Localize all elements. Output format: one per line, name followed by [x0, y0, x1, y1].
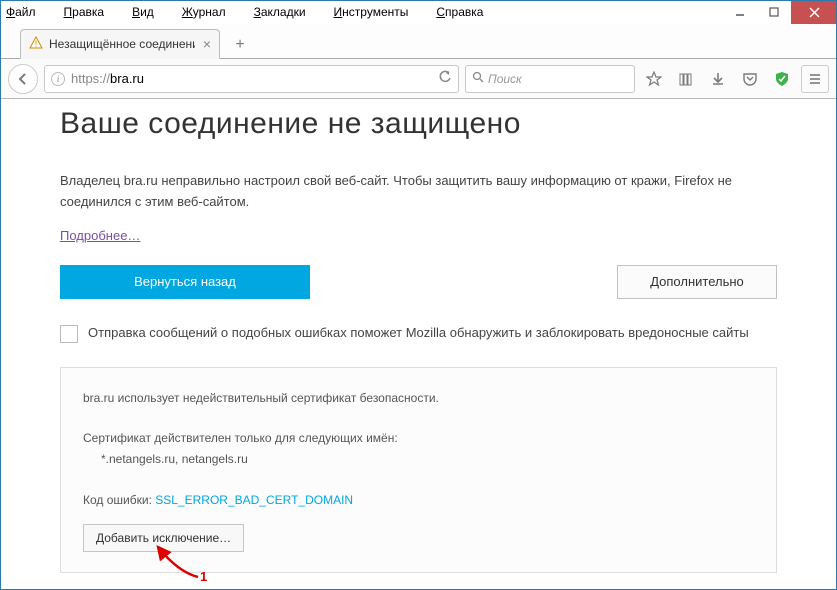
browser-tab[interactable]: ! Незащищённое соединени × — [20, 29, 220, 59]
error-code-row: Код ошибки: SSL_ERROR_BAD_CERT_DOMAIN — [83, 490, 754, 510]
security-shield-button[interactable] — [769, 66, 795, 92]
reload-button[interactable] — [438, 70, 452, 87]
star-icon — [646, 71, 662, 87]
tab-title: Незащищённое соединени — [49, 37, 195, 51]
library-icon — [678, 71, 694, 87]
shield-icon — [774, 71, 790, 87]
menu-view[interactable]: Вид — [132, 5, 168, 19]
advanced-button[interactable]: Дополнительно — [617, 265, 777, 299]
page-title: Ваше соединение не защищено — [60, 107, 777, 141]
menu-edit[interactable]: Правка — [64, 5, 119, 19]
minimize-button[interactable] — [723, 0, 757, 24]
menu-button[interactable] — [801, 65, 829, 93]
new-tab-button[interactable]: + — [226, 32, 254, 58]
site-info-icon[interactable]: i — [51, 72, 65, 86]
address-bar[interactable]: i https://bra.ru — [44, 65, 459, 93]
close-button[interactable] — [791, 0, 837, 24]
learn-more-link[interactable]: Подробнее… — [60, 228, 140, 243]
maximize-icon — [769, 7, 779, 17]
go-back-button[interactable]: Вернуться назад — [60, 265, 310, 299]
minimize-icon — [735, 7, 745, 17]
download-icon — [710, 71, 726, 87]
error-code-link[interactable]: SSL_ERROR_BAD_CERT_DOMAIN — [155, 493, 353, 507]
pocket-button[interactable] — [737, 66, 763, 92]
url-domain: bra.ru — [110, 71, 144, 86]
menu-bookmarks[interactable]: Закладки — [254, 5, 320, 19]
error-message: Владелец bra.ru неправильно настроил сво… — [60, 171, 777, 213]
report-label: Отправка сообщений о подобных ошибках по… — [88, 323, 749, 343]
menu-bar: Файл Правка Вид Журнал Закладки Инструме… — [0, 0, 837, 24]
tab-close-button[interactable]: × — [203, 36, 211, 52]
cert-valid-names: *.netangels.ru, netangels.ru — [83, 449, 754, 469]
maximize-button[interactable] — [757, 0, 791, 24]
search-box[interactable]: Поиск — [465, 65, 635, 93]
search-icon — [472, 71, 484, 86]
add-exception-button[interactable]: Добавить исключение… — [83, 524, 244, 552]
tab-bar: ! Незащищённое соединени × + — [0, 24, 837, 59]
warning-icon: ! — [29, 36, 43, 53]
arrow-left-icon — [16, 72, 30, 86]
back-button[interactable] — [8, 64, 38, 94]
close-icon — [809, 7, 820, 18]
bookmark-star-button[interactable] — [641, 66, 667, 92]
menu-help[interactable]: Справка — [436, 5, 497, 19]
navigation-toolbar: i https://bra.ru Поиск — [0, 59, 837, 99]
search-placeholder: Поиск — [488, 72, 522, 86]
menu-file[interactable]: Файл — [6, 5, 50, 19]
cert-valid-for-label: Сертификат действителен только для следу… — [83, 428, 754, 448]
reload-icon — [438, 70, 452, 84]
url-protocol: https:// — [71, 71, 110, 86]
pocket-icon — [742, 71, 758, 87]
certificate-details: bra.ru использует недействительный серти… — [60, 367, 777, 573]
hamburger-icon — [808, 72, 822, 86]
svg-text:!: ! — [35, 39, 38, 49]
menu-tools[interactable]: Инструменты — [334, 5, 423, 19]
downloads-button[interactable] — [705, 66, 731, 92]
report-errors-row: Отправка сообщений о подобных ошибках по… — [60, 323, 777, 343]
button-row: Вернуться назад Дополнительно — [60, 265, 777, 299]
error-code-label: Код ошибки: — [83, 493, 152, 507]
window-controls — [723, 0, 837, 24]
menu-history[interactable]: Журнал — [182, 5, 240, 19]
cert-invalid-message: bra.ru использует недействительный серти… — [83, 388, 754, 408]
library-button[interactable] — [673, 66, 699, 92]
report-checkbox[interactable] — [60, 325, 78, 343]
page-content: Ваше соединение не защищено Владелец bra… — [0, 99, 837, 590]
